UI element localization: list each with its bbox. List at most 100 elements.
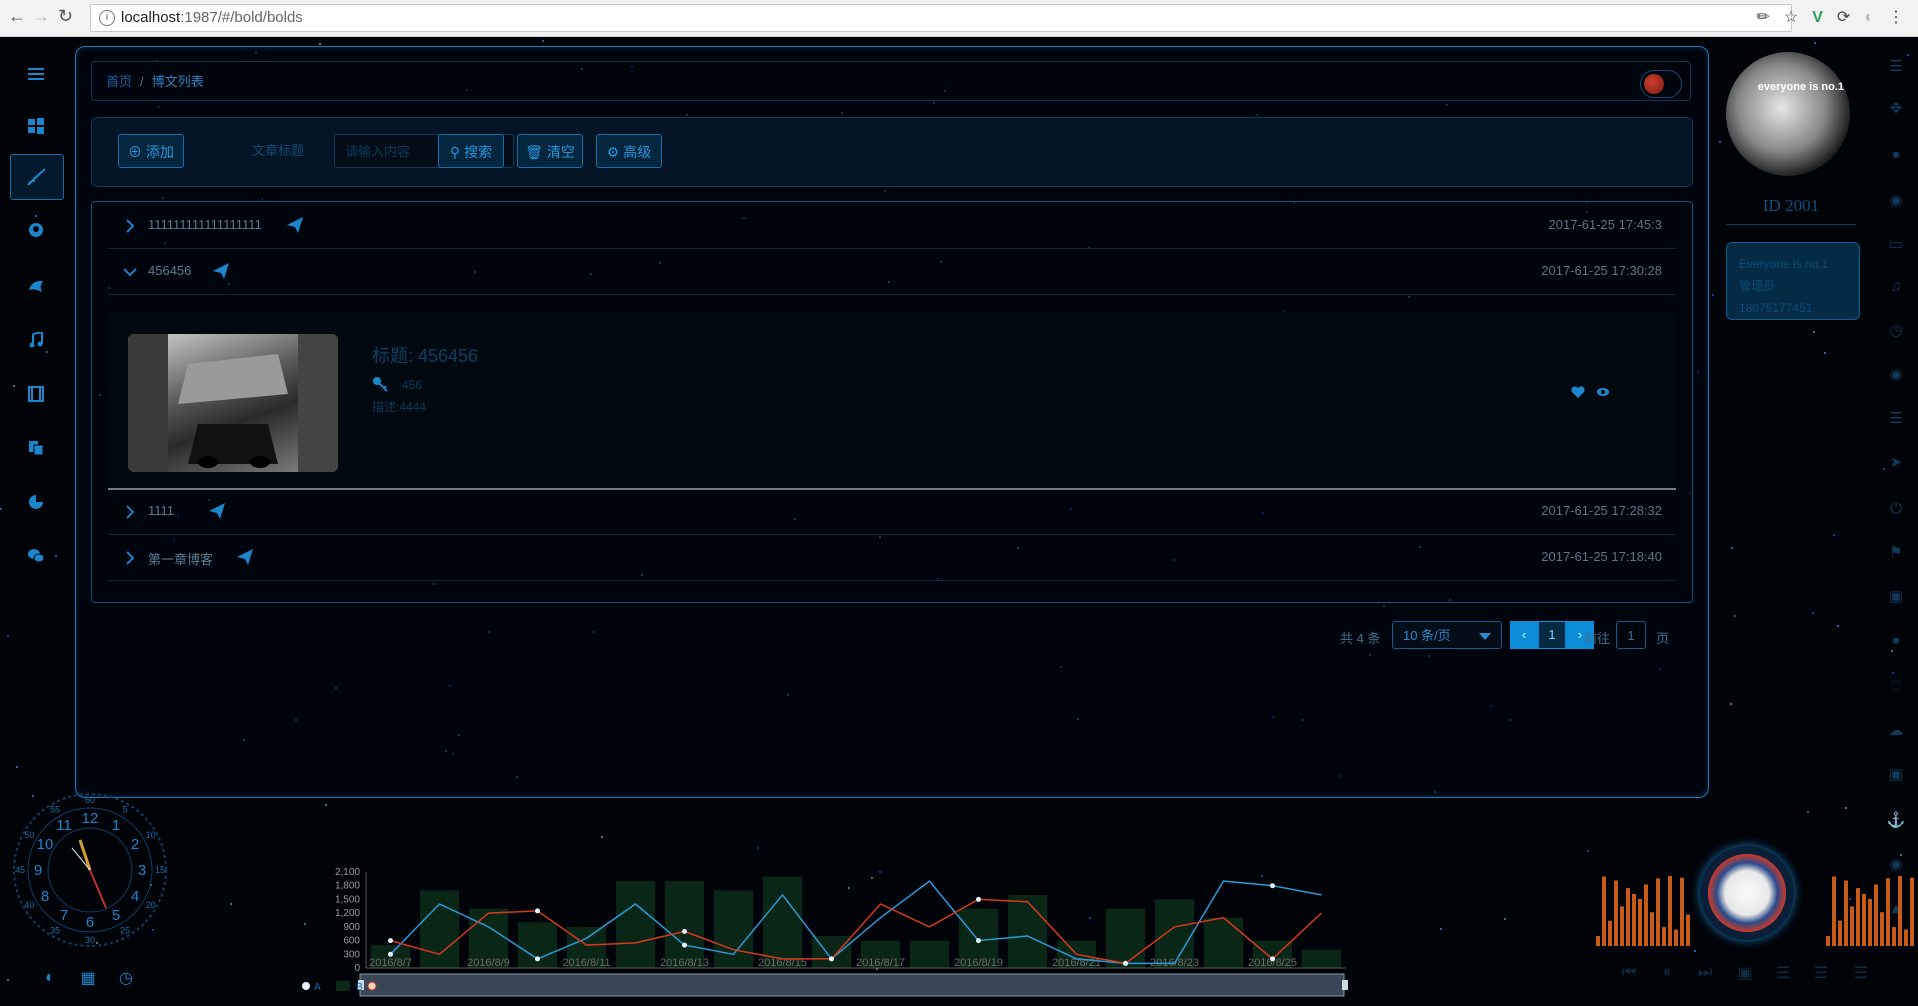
anchor-icon[interactable]: ⚓ [1886, 810, 1906, 830]
page-size-value: 10 条/页 [1403, 628, 1451, 643]
chart-bar [1301, 949, 1342, 968]
chart-bar [909, 940, 950, 968]
reload-icon[interactable]: ↻ [58, 6, 73, 27]
legend-label: B [356, 982, 363, 993]
goto-page-input[interactable]: 1 [1616, 621, 1646, 649]
chevron-down-icon[interactable] [122, 264, 138, 280]
github-icon[interactable] [10, 208, 62, 252]
chart-point [535, 956, 540, 962]
qq-icon[interactable]: ◉ [1886, 364, 1906, 384]
film-icon[interactable] [10, 372, 62, 416]
breadcrumb-home[interactable]: 首页 [106, 74, 132, 89]
chart-zoom-slider[interactable] [359, 973, 1345, 997]
music-icon[interactable] [10, 318, 62, 362]
chevron-right-icon[interactable] [122, 218, 138, 234]
post-row[interactable]: 111111111111111111 2017-61-25 17:45:3 [108, 202, 1676, 249]
copy-pages-icon[interactable] [10, 426, 62, 470]
dashboard-icon[interactable]: ◐ [38, 966, 62, 990]
music-note-icon[interactable]: ♫ [1886, 276, 1906, 296]
equalizer-bar [1674, 929, 1678, 946]
monitor-icon[interactable]: ▭ [1886, 234, 1906, 254]
chart-point [535, 908, 540, 914]
wechat-icon[interactable] [10, 534, 62, 578]
bookmark-star-icon[interactable]: ☆ [1784, 9, 1798, 26]
calendar-icon[interactable]: ▦ [76, 966, 100, 990]
pause-icon[interactable]: ⏸ [1654, 960, 1680, 986]
eye-icon[interactable]: ◉ [1886, 190, 1906, 210]
post-list: 111111111111111111 2017-61-25 17:45:3 45… [91, 201, 1693, 603]
chart-point [976, 938, 981, 944]
page-size-select[interactable]: 10 条/页 [1392, 621, 1502, 649]
power-icon[interactable]: ⏻ [1886, 498, 1906, 518]
equalizer-bar [1874, 884, 1878, 946]
advanced-button[interactable]: ⚙ 高级 [596, 134, 662, 168]
heart-icon[interactable] [1571, 386, 1585, 398]
image-icon[interactable]: ▣ [1732, 960, 1758, 986]
lock-icon[interactable]: ▣ [1886, 764, 1906, 784]
windows-icon[interactable] [10, 104, 62, 148]
theme-toggle[interactable] [1640, 70, 1682, 98]
chart-zoom-handle[interactable] [1342, 980, 1348, 990]
address-bar[interactable]: i localhost:1987/#/bold/bolds [90, 4, 1792, 32]
eye-icon[interactable] [1596, 387, 1610, 397]
pin-icon[interactable]: ✏ [1757, 9, 1770, 26]
post-row-expanded[interactable]: 456456 2017-61-25 17:30:28 [108, 248, 1676, 295]
info-icon[interactable]: i [99, 10, 115, 27]
user-avatar[interactable]: everyone is no.1 [1726, 52, 1850, 176]
equalizer-bar [1868, 898, 1872, 946]
search-button[interactable]: ⚲ 搜索 [438, 134, 504, 168]
menu-toggle-icon[interactable] [10, 52, 62, 96]
vue-devtools-icon[interactable]: V [1812, 9, 1823, 26]
blog-brush-icon[interactable] [10, 154, 64, 200]
clock-hour-numeral: 10 [37, 836, 54, 853]
chart-x-tick: 2016/8/11 [562, 957, 610, 969]
clock-hour-numeral: 1 [112, 817, 120, 834]
chart-bar [713, 890, 754, 968]
prev-page-button[interactable]: ‹ [1510, 621, 1538, 649]
list-numbered-icon[interactable]: ☰ [1848, 960, 1874, 986]
equalizer-bar [1656, 878, 1660, 946]
chart-x-tick: 2016/8/19 [954, 957, 1003, 969]
equalizer-bar [1662, 927, 1666, 946]
page-number-current[interactable]: 1 [1538, 621, 1566, 649]
pie-chart-icon[interactable] [10, 480, 62, 524]
star-dot [324, 804, 327, 807]
chart-point [1123, 960, 1128, 966]
heart-outline-icon[interactable]: ♡ [1886, 676, 1906, 696]
equalizer-bar [1826, 936, 1830, 946]
clear-button[interactable]: 🗑 清空 [517, 134, 583, 168]
menu-dots-icon[interactable]: ⋮ [1888, 9, 1904, 26]
bird-icon[interactable] [10, 264, 62, 308]
key-icon [373, 377, 388, 392]
user-motto: Everyone is no.1 [1739, 257, 1829, 271]
chevron-right-icon[interactable] [122, 504, 138, 520]
chat-icon[interactable]: ● [1886, 630, 1906, 650]
gears-icon: ⚙ [606, 144, 620, 160]
move-icon[interactable]: ✥ [1886, 98, 1906, 118]
post-row[interactable]: 1111 2017-61-25 17:28:32 [108, 488, 1676, 535]
extension-icon[interactable]: ◐ [1864, 9, 1874, 26]
clock-minute-numeral: 45 [15, 865, 25, 875]
music-disc[interactable] [1700, 846, 1794, 940]
star-dot [1812, 611, 1815, 614]
back-arrow-icon[interactable]: ← [8, 6, 26, 27]
add-button[interactable]: ⊕ 添加 [118, 134, 184, 168]
flag-icon[interactable]: ⚑ [1886, 542, 1906, 562]
chevron-right-icon[interactable] [122, 550, 138, 566]
next-track-icon[interactable]: ⏭ [1692, 960, 1718, 986]
user-icon[interactable]: ● [1886, 144, 1906, 164]
list-menu-icon[interactable]: ☰ [1886, 56, 1906, 76]
sync-icon[interactable]: ⟳ [1837, 9, 1850, 26]
previous-track-icon[interactable]: ⏮ [1616, 960, 1642, 986]
chart-bar [419, 890, 460, 968]
post-row[interactable]: 第一章博客 2017-61-25 17:18:40 [108, 534, 1676, 581]
list-icon[interactable]: ☰ [1886, 408, 1906, 428]
clock-small-icon[interactable]: ◷ [114, 966, 138, 990]
send-icon[interactable]: ➤ [1886, 452, 1906, 472]
cloud-icon[interactable]: ☁ [1886, 720, 1906, 740]
camera-icon[interactable]: ▣ [1886, 586, 1906, 606]
forward-arrow-icon[interactable]: → [32, 6, 50, 27]
playlist-icon[interactable]: ☰ [1770, 960, 1796, 986]
clock-icon[interactable]: ◷ [1886, 320, 1906, 340]
list-order-icon[interactable]: ☰ [1808, 960, 1834, 986]
